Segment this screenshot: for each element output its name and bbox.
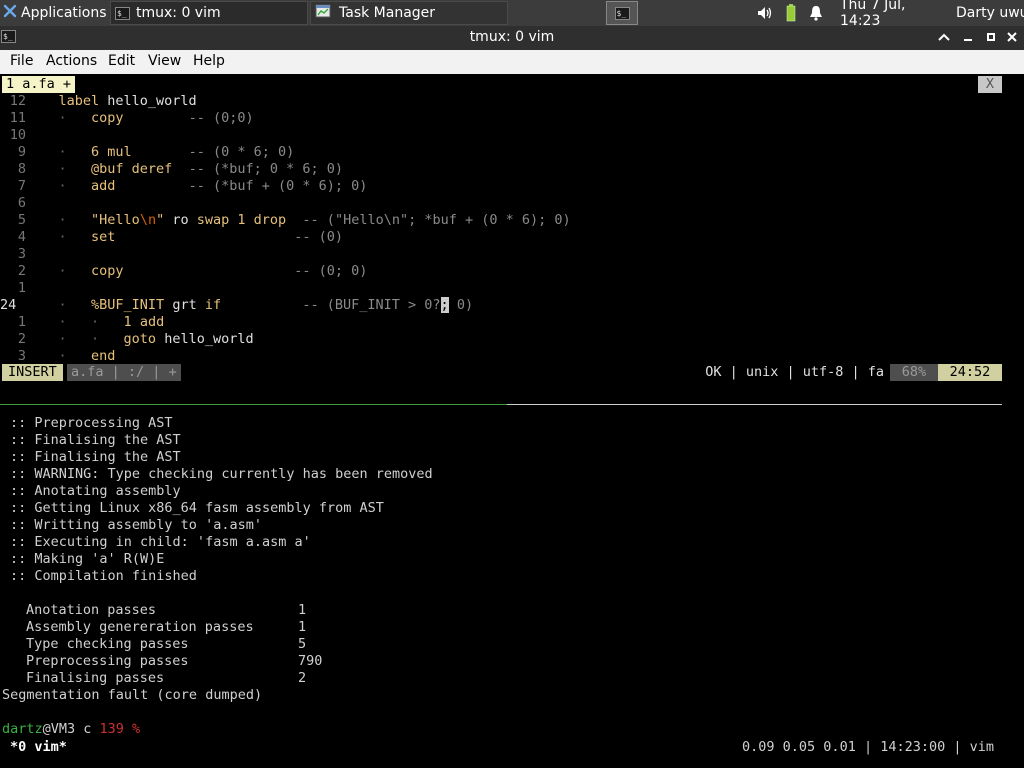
code-line: 4 · set -- (0) — [17, 229, 343, 245]
shell-prompt[interactable]: dartz@VM3 c 139 % — [2, 721, 140, 738]
code-line-current: 24 · %BUF_INIT grt if -- (BUF_INIT > 0?;… — [0, 297, 474, 313]
menu-help[interactable]: Help — [193, 53, 225, 69]
vim-status-plus: + — [168, 364, 177, 380]
stat-label: Finalising passes — [26, 670, 165, 686]
xfce-logo-icon — [3, 4, 17, 22]
maximize-up-icon[interactable] — [935, 29, 953, 47]
menu-actions[interactable]: Actions — [46, 53, 97, 69]
output-line: :: Making 'a' R(W)E — [10, 551, 165, 567]
prompt-exit-code: 139 % — [99, 721, 141, 737]
vim-mode: INSERT — [2, 364, 63, 381]
close-button[interactable] — [1003, 29, 1021, 47]
vim-status-percent: 68% — [890, 364, 938, 381]
code-line: 7 · add -- (*buf + (0 * 6); 0) — [17, 178, 368, 194]
tmux-statusbar: *0 vim* 0.09 0.05 0.01 | 14:23:00 | vim — [0, 737, 1024, 757]
terminal-icon: $_ — [614, 6, 630, 20]
taskbar-item-task-manager[interactable]: Task Manager — [310, 1, 508, 25]
code-line: 3 — [17, 246, 26, 262]
output-line: :: Executing in child: 'fasm a.asm a' — [10, 534, 311, 550]
menu-view[interactable]: View — [148, 53, 181, 69]
stat-value: 2 — [298, 670, 307, 686]
taskbar-item-tmux[interactable]: $_ tmux: 0 vim — [110, 1, 308, 25]
stat-value: 1 — [298, 602, 307, 618]
output-line: :: Finalising the AST — [10, 432, 181, 448]
vim-status-file: a.fa — [71, 364, 104, 380]
vim-status-file-section: a.fa | :/ | + — [67, 364, 181, 381]
workspace-switcher[interactable]: $_ — [606, 1, 638, 25]
vim-tab-close[interactable]: X — [978, 76, 1002, 93]
code-line: 6 — [17, 195, 26, 211]
terminal-scrollbar[interactable] — [1002, 74, 1024, 768]
stat-value: 5 — [298, 636, 307, 652]
vim-status-extra: :/ — [119, 364, 153, 380]
code-line: 1 — [17, 280, 26, 296]
maximize-button[interactable] — [982, 29, 1000, 47]
vim-status-position: 24:52 — [938, 364, 1002, 381]
battery-icon[interactable] — [786, 1, 800, 25]
code-line: 10 — [9, 127, 26, 143]
output-line: :: Preprocessing AST — [10, 415, 173, 431]
output-line: :: Finalising the AST — [10, 449, 181, 465]
output-line: :: Getting Linux x86_64 fasm assembly fr… — [10, 500, 384, 516]
stat-value: 1 — [298, 619, 307, 635]
vim-status-fileinfo: OK | unix | utf-8 | fa — [705, 364, 884, 380]
notification-bell-icon[interactable] — [809, 1, 827, 25]
code-line: 2 · · goto hello_world — [17, 331, 254, 347]
code-line: 9 · 6 mul -- (0 * 6; 0) — [17, 144, 295, 160]
minimize-button[interactable] — [959, 29, 977, 47]
applications-menu[interactable]: Applications — [0, 1, 108, 25]
tmux-window[interactable]: *0 vim* — [10, 738, 67, 756]
clock[interactable]: Thu 7 Jul, 14:23 — [840, 0, 950, 29]
terminal-icon: $_ — [115, 6, 130, 20]
window-title: tmux: 0 vim — [469, 29, 555, 45]
stat-value: 790 — [298, 653, 323, 669]
stat-label: Assembly genereration passes — [26, 619, 254, 635]
pane-separator[interactable] — [0, 404, 1002, 405]
segfault-message: Segmentation fault (core dumped) — [2, 687, 263, 703]
menubar: File Actions Edit View Help — [0, 50, 1024, 74]
terminal-area[interactable]: 1 a.fa + X 12 label hello_world 11 · cop… — [0, 74, 1024, 768]
tmux-status-right: 0.09 0.05 0.01 | 14:23:00 | vim — [742, 739, 994, 755]
vim-tab[interactable]: 1 a.fa + — [2, 76, 76, 93]
user-menu[interactable]: Darty uwu — [956, 1, 1024, 25]
taskbar-item-label: tmux: 0 vim — [136, 5, 221, 21]
vim-statusline: INSERT a.fa | :/ | + OK | unix | utf-8 |… — [0, 364, 1004, 381]
output-line: :: Anotating assembly — [10, 483, 181, 499]
volume-icon[interactable] — [756, 1, 776, 25]
output-line: :: WARNING: Type checking currently has … — [10, 466, 433, 482]
stat-label: Anotation passes — [26, 602, 157, 618]
code-line: 11 · copy -- (0;0) — [9, 110, 254, 126]
code-line: 8 · @buf deref -- (*buf; 0 * 6; 0) — [17, 161, 343, 177]
prompt-user: dartz — [2, 721, 43, 737]
code-line: 3 · end — [17, 348, 116, 364]
vim-tabline: 1 a.fa + X — [0, 76, 1024, 93]
applications-label: Applications — [21, 5, 107, 21]
menu-edit[interactable]: Edit — [108, 53, 135, 69]
code-line: 5 · "Hello\n" ro swap 1 drop -- ("Hello\… — [17, 212, 571, 228]
prompt-host: @VM3 c — [42, 721, 100, 737]
window-titlebar[interactable]: $_ tmux: 0 vim — [0, 26, 1024, 50]
text-cursor: ; — [440, 297, 449, 313]
code-line: 1 · · 1 add — [17, 314, 165, 330]
stat-label: Type checking passes — [26, 636, 189, 652]
menu-file[interactable]: File — [10, 53, 33, 69]
top-panel: Applications $_ tmux: 0 vim Task Manager… — [0, 0, 1024, 29]
taskbar-item-label: Task Manager — [339, 5, 436, 21]
stat-label: Preprocessing passes — [26, 653, 189, 669]
output-line: :: Compilation finished — [10, 568, 197, 584]
output-line: :: Writting assembly to 'a.asm' — [10, 517, 262, 533]
code-line: 2 · copy -- (0; 0) — [17, 263, 368, 279]
code-line: 12 label hello_world — [9, 93, 197, 109]
task-manager-icon — [315, 4, 331, 22]
